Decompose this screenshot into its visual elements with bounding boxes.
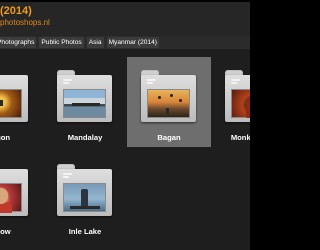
folder-tile[interactable]: Monk Initiati xyxy=(211,57,250,147)
breadcrumb-photographs[interactable]: Photographs xyxy=(0,37,37,48)
folder-icon xyxy=(0,164,28,216)
folder-tile[interactable]: ygon xyxy=(0,57,43,147)
header-bar: (2014) photoshops.nl xyxy=(0,2,250,36)
child-photo xyxy=(0,183,22,213)
breadcrumb-public-photos[interactable]: Public Photos xyxy=(39,37,84,48)
site-link[interactable]: photoshops.nl xyxy=(0,18,50,28)
folder-label: show xyxy=(0,227,11,236)
breadcrumb: Photographs Public Photos Asia Myanmar (… xyxy=(0,36,250,49)
folder-icon xyxy=(141,70,196,122)
folder-label: Bagan xyxy=(157,133,181,142)
folder-tile[interactable]: Mandalay xyxy=(43,57,127,147)
folder-grid: ygon Mandalay Bagan xyxy=(0,49,250,250)
folder-label: Monk Initiati xyxy=(230,133,250,142)
folder-label: Inle Lake xyxy=(68,227,102,236)
folder-icon xyxy=(57,164,112,216)
app-screen: (2014) photoshops.nl Photographs Public … xyxy=(0,0,250,250)
breadcrumb-myanmar[interactable]: Myanmar (2014) xyxy=(106,37,159,48)
bridge-photo xyxy=(63,89,106,118)
breadcrumb-asia[interactable]: Asia xyxy=(86,37,104,48)
pagoda-photo xyxy=(0,89,22,118)
folder-icon xyxy=(57,70,112,122)
page-title: (2014) xyxy=(0,5,32,17)
balloons-photo xyxy=(147,89,190,118)
fisherman-photo xyxy=(63,183,106,212)
folder-icon xyxy=(0,70,28,122)
folder-tile[interactable]: Inle Lake xyxy=(43,151,127,241)
folder-tile[interactable]: show xyxy=(0,151,43,241)
folder-icon xyxy=(225,70,250,122)
monk-photo xyxy=(231,89,250,118)
folder-label: ygon xyxy=(0,133,11,142)
folder-label: Mandalay xyxy=(67,133,103,142)
folder-tile-selected[interactable]: Bagan xyxy=(127,57,211,147)
